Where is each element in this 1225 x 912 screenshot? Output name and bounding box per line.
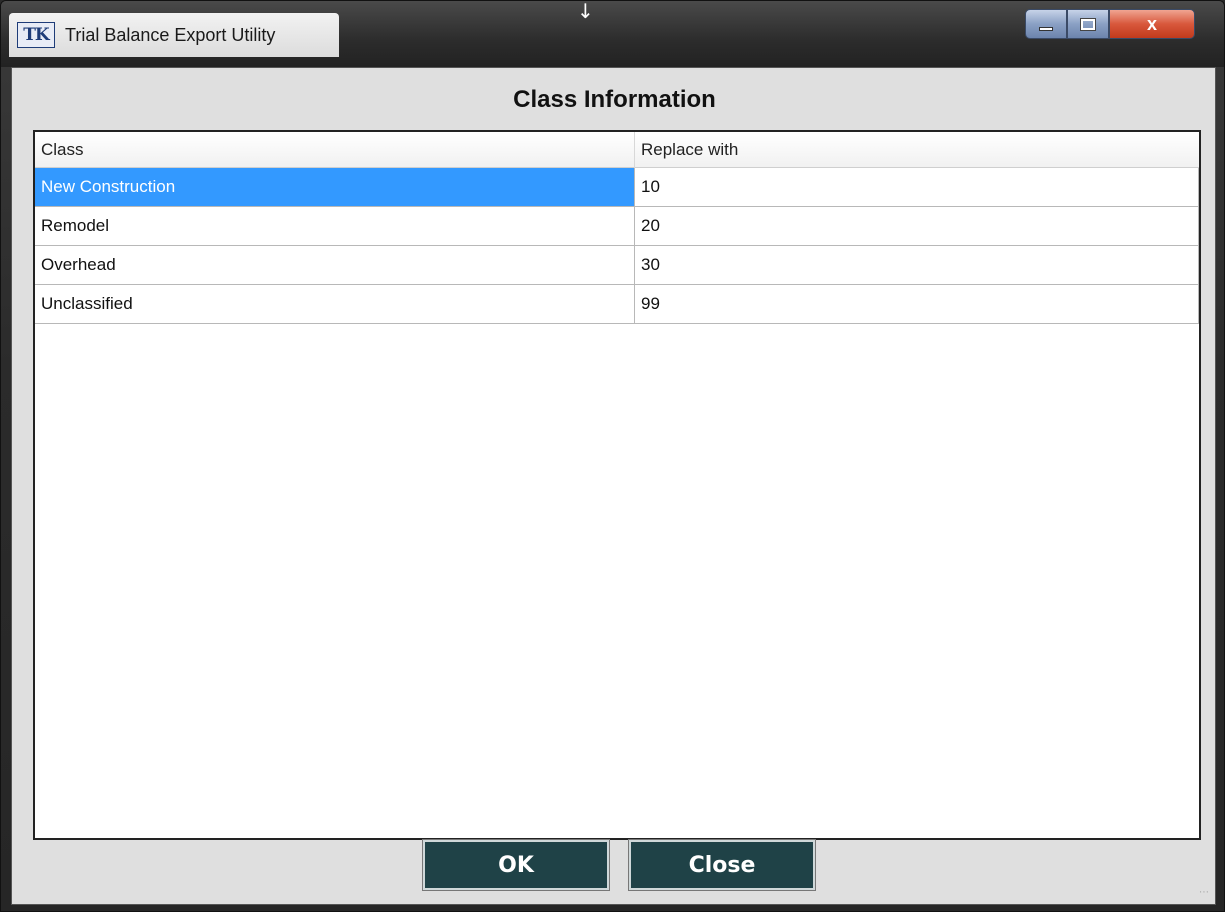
- table-row[interactable]: Overhead 30: [35, 246, 1199, 285]
- title-tab: TK Trial Balance Export Utility: [9, 13, 339, 57]
- replace-with-cell[interactable]: 99: [635, 285, 1199, 323]
- minimize-button[interactable]: [1025, 9, 1067, 39]
- ok-button[interactable]: OK: [422, 839, 610, 891]
- button-bar: OK Close: [12, 839, 1217, 906]
- column-header-class[interactable]: Class: [35, 132, 635, 168]
- table-row[interactable]: Unclassified 99: [35, 285, 1199, 324]
- minimize-icon: [1039, 27, 1053, 31]
- app-window: TK Trial Balance Export Utility ↓ x Clas…: [0, 0, 1225, 912]
- window-controls: x: [1025, 9, 1195, 41]
- close-button[interactable]: Close: [628, 839, 816, 891]
- window-close-button[interactable]: x: [1109, 9, 1195, 39]
- dialog-body: Class Information Class Replace with New…: [11, 67, 1216, 905]
- class-grid[interactable]: Class Replace with New Construction 10 R…: [33, 130, 1201, 840]
- class-cell[interactable]: Overhead: [35, 246, 635, 284]
- window-title: Trial Balance Export Utility: [65, 24, 276, 45]
- grid-header: Class Replace with: [35, 132, 1199, 168]
- replace-with-cell[interactable]: 20: [635, 207, 1199, 245]
- class-cell[interactable]: New Construction: [35, 168, 635, 206]
- down-arrow-icon: ↓: [577, 0, 594, 23]
- title-bar[interactable]: TK Trial Balance Export Utility ↓ x: [1, 0, 1224, 67]
- column-header-replace-with[interactable]: Replace with: [635, 132, 1199, 168]
- close-icon: x: [1146, 13, 1157, 34]
- replace-with-cell[interactable]: 10: [635, 168, 1199, 206]
- replace-with-cell[interactable]: 30: [635, 246, 1199, 284]
- class-cell[interactable]: Remodel: [35, 207, 635, 245]
- maximize-button[interactable]: [1067, 9, 1109, 39]
- table-row[interactable]: New Construction 10: [35, 168, 1199, 207]
- maximize-icon: [1081, 18, 1095, 30]
- resize-grip-icon[interactable]: ⋯: [1199, 888, 1213, 902]
- class-cell[interactable]: Unclassified: [35, 285, 635, 323]
- table-row[interactable]: Remodel 20: [35, 207, 1199, 246]
- dialog-title: Class Information: [513, 86, 716, 113]
- app-logo-icon: TK: [17, 22, 55, 48]
